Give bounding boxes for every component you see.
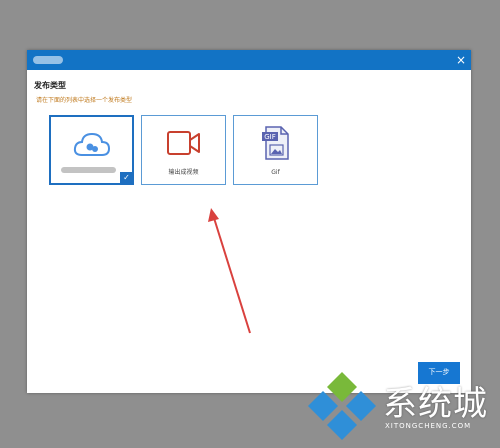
watermark-text: 系统城 <box>383 384 488 424</box>
diamond-logo-icon <box>308 372 376 440</box>
watermark-subtext: XITONGCHENG.COM <box>385 422 472 430</box>
watermark: 系统城 XITONGCHENG.COM <box>305 370 500 444</box>
